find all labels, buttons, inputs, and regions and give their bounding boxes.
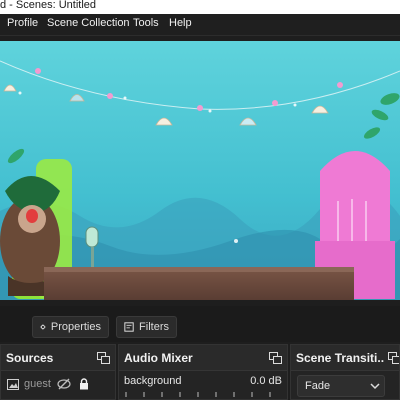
audio-track-level: 0.0 dB <box>250 375 282 387</box>
filters-button[interactable]: Filters <box>116 316 177 338</box>
chevron-down-icon <box>370 383 380 390</box>
scene-preview-image <box>0 41 400 300</box>
sources-dock: Sources guest c <box>0 344 116 400</box>
lock-icon[interactable] <box>79 378 89 390</box>
window-titlebar: d - Scenes: Untitled <box>0 0 400 14</box>
transition-selected: Fade <box>305 380 331 392</box>
audio-mixer-dock: Audio Mixer background 0.0 dB <box>118 344 288 400</box>
properties-label: Properties <box>50 321 101 333</box>
audio-track: background 0.0 dB <box>124 375 282 387</box>
gear-icon <box>40 324 46 330</box>
filter-icon <box>124 322 134 332</box>
filters-label: Filters <box>139 321 169 333</box>
sources-title: Sources <box>6 351 54 365</box>
scene-transitions-dock: Scene Transiti... Fade <box>290 344 400 400</box>
visibility-off-icon[interactable] <box>57 378 71 390</box>
float-dock-icon[interactable] <box>388 352 400 364</box>
window-title: d - Scenes: Untitled <box>0 0 96 11</box>
float-dock-icon[interactable] <box>97 352 110 364</box>
menu-tools[interactable]: Tools <box>133 17 159 29</box>
audio-track-name: background <box>124 375 182 387</box>
source-item[interactable]: guest c <box>1 373 115 395</box>
image-source-icon <box>7 378 19 390</box>
float-dock-icon[interactable] <box>269 352 282 364</box>
volume-meter <box>125 392 271 397</box>
audio-mixer-header: Audio Mixer <box>119 345 287 371</box>
properties-button[interactable]: Properties <box>32 316 109 338</box>
audio-mixer-title: Audio Mixer <box>124 351 193 365</box>
source-label: guest c <box>24 378 54 390</box>
scene-transitions-title: Scene Transiti... <box>296 351 384 365</box>
menu-profile[interactable]: Profile <box>7 17 38 29</box>
sources-dock-header: Sources <box>1 345 115 371</box>
transition-select[interactable]: Fade <box>297 375 385 397</box>
menu-scene-collection[interactable]: Scene Collection <box>47 17 130 29</box>
preview-canvas[interactable] <box>0 41 400 300</box>
scene-transitions-header: Scene Transiti... <box>291 345 399 371</box>
menu-bar: Profile Scene Collection Tools Help <box>0 14 400 36</box>
menu-help[interactable]: Help <box>169 17 192 29</box>
source-toolbar: Properties Filters <box>0 306 400 342</box>
